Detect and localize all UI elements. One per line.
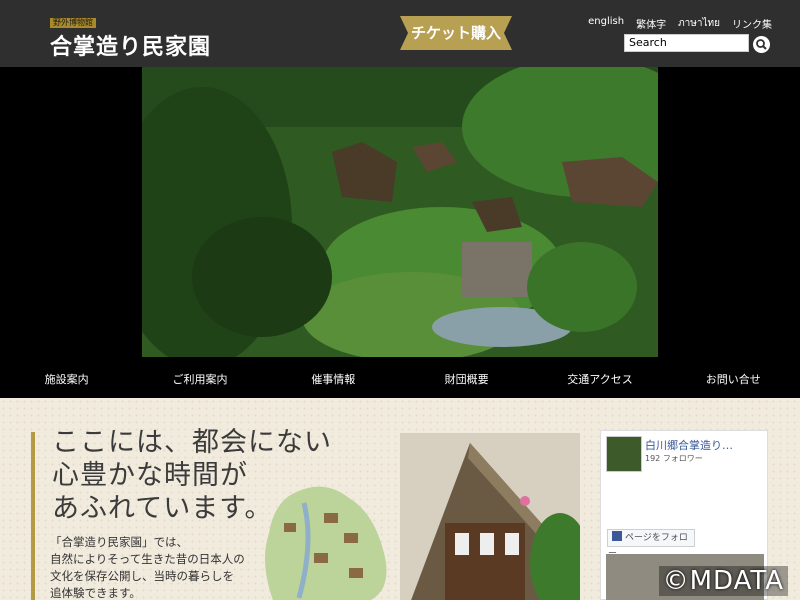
gassho-house-photo bbox=[400, 433, 590, 600]
facebook-page-avatar[interactable] bbox=[606, 436, 642, 472]
language-links: english 繁体字 ภาษาไทย リンク集 bbox=[588, 16, 772, 31]
logo-text: 合掌造り民家園 bbox=[50, 34, 212, 60]
accent-bar bbox=[31, 432, 35, 600]
facebook-icon bbox=[612, 531, 622, 541]
nav-access[interactable]: 交通アクセス bbox=[533, 362, 666, 398]
hero-landscape bbox=[142, 67, 658, 357]
site-logo[interactable]: 野外博物館 合掌造り民家園 bbox=[50, 18, 210, 60]
intro-text: 「合掌造り民家園」では、 自然によりそって生きた昔の日本人の 文化を保存公開し、… bbox=[50, 535, 245, 600]
lang-english-link[interactable]: english bbox=[588, 16, 624, 31]
watermark: ©MDATA bbox=[658, 566, 788, 596]
lang-traditional-chinese-link[interactable]: 繁体字 bbox=[636, 16, 666, 31]
facebook-follow-button[interactable]: ページをフォロー bbox=[607, 529, 695, 559]
facebook-page-name[interactable]: 白川郷合掌造り… bbox=[645, 437, 765, 453]
links-page-link[interactable]: リンク集 bbox=[732, 16, 772, 31]
search-icon bbox=[756, 39, 767, 50]
hero-image bbox=[142, 67, 658, 357]
facebook-follower-count: 192 フォロワー bbox=[645, 454, 703, 463]
ticket-purchase-button[interactable]: チケット購入 bbox=[400, 16, 512, 50]
search-button[interactable] bbox=[753, 36, 770, 53]
nav-facilities[interactable]: 施設案内 bbox=[0, 362, 133, 398]
lang-thai-link[interactable]: ภาษาไทย bbox=[678, 16, 720, 31]
nav-contact[interactable]: お問い合せ bbox=[667, 362, 800, 398]
nav-foundation[interactable]: 財団概要 bbox=[400, 362, 533, 398]
nav-events[interactable]: 催事情報 bbox=[267, 362, 400, 398]
village-map-illustration bbox=[254, 473, 404, 600]
nav-usage-guide[interactable]: ご利用案内 bbox=[133, 362, 266, 398]
ticket-label: チケット購入 bbox=[410, 24, 501, 42]
site-header: 野外博物館 合掌造り民家園 チケット購入 english 繁体字 ภาษาไทย… bbox=[0, 0, 800, 67]
main-navigation: 施設案内 ご利用案内 催事情報 財団概要 交通アクセス お問い合せ bbox=[0, 362, 800, 398]
logo-badge: 野外博物館 bbox=[50, 18, 96, 28]
search-input[interactable]: Search bbox=[624, 34, 749, 52]
